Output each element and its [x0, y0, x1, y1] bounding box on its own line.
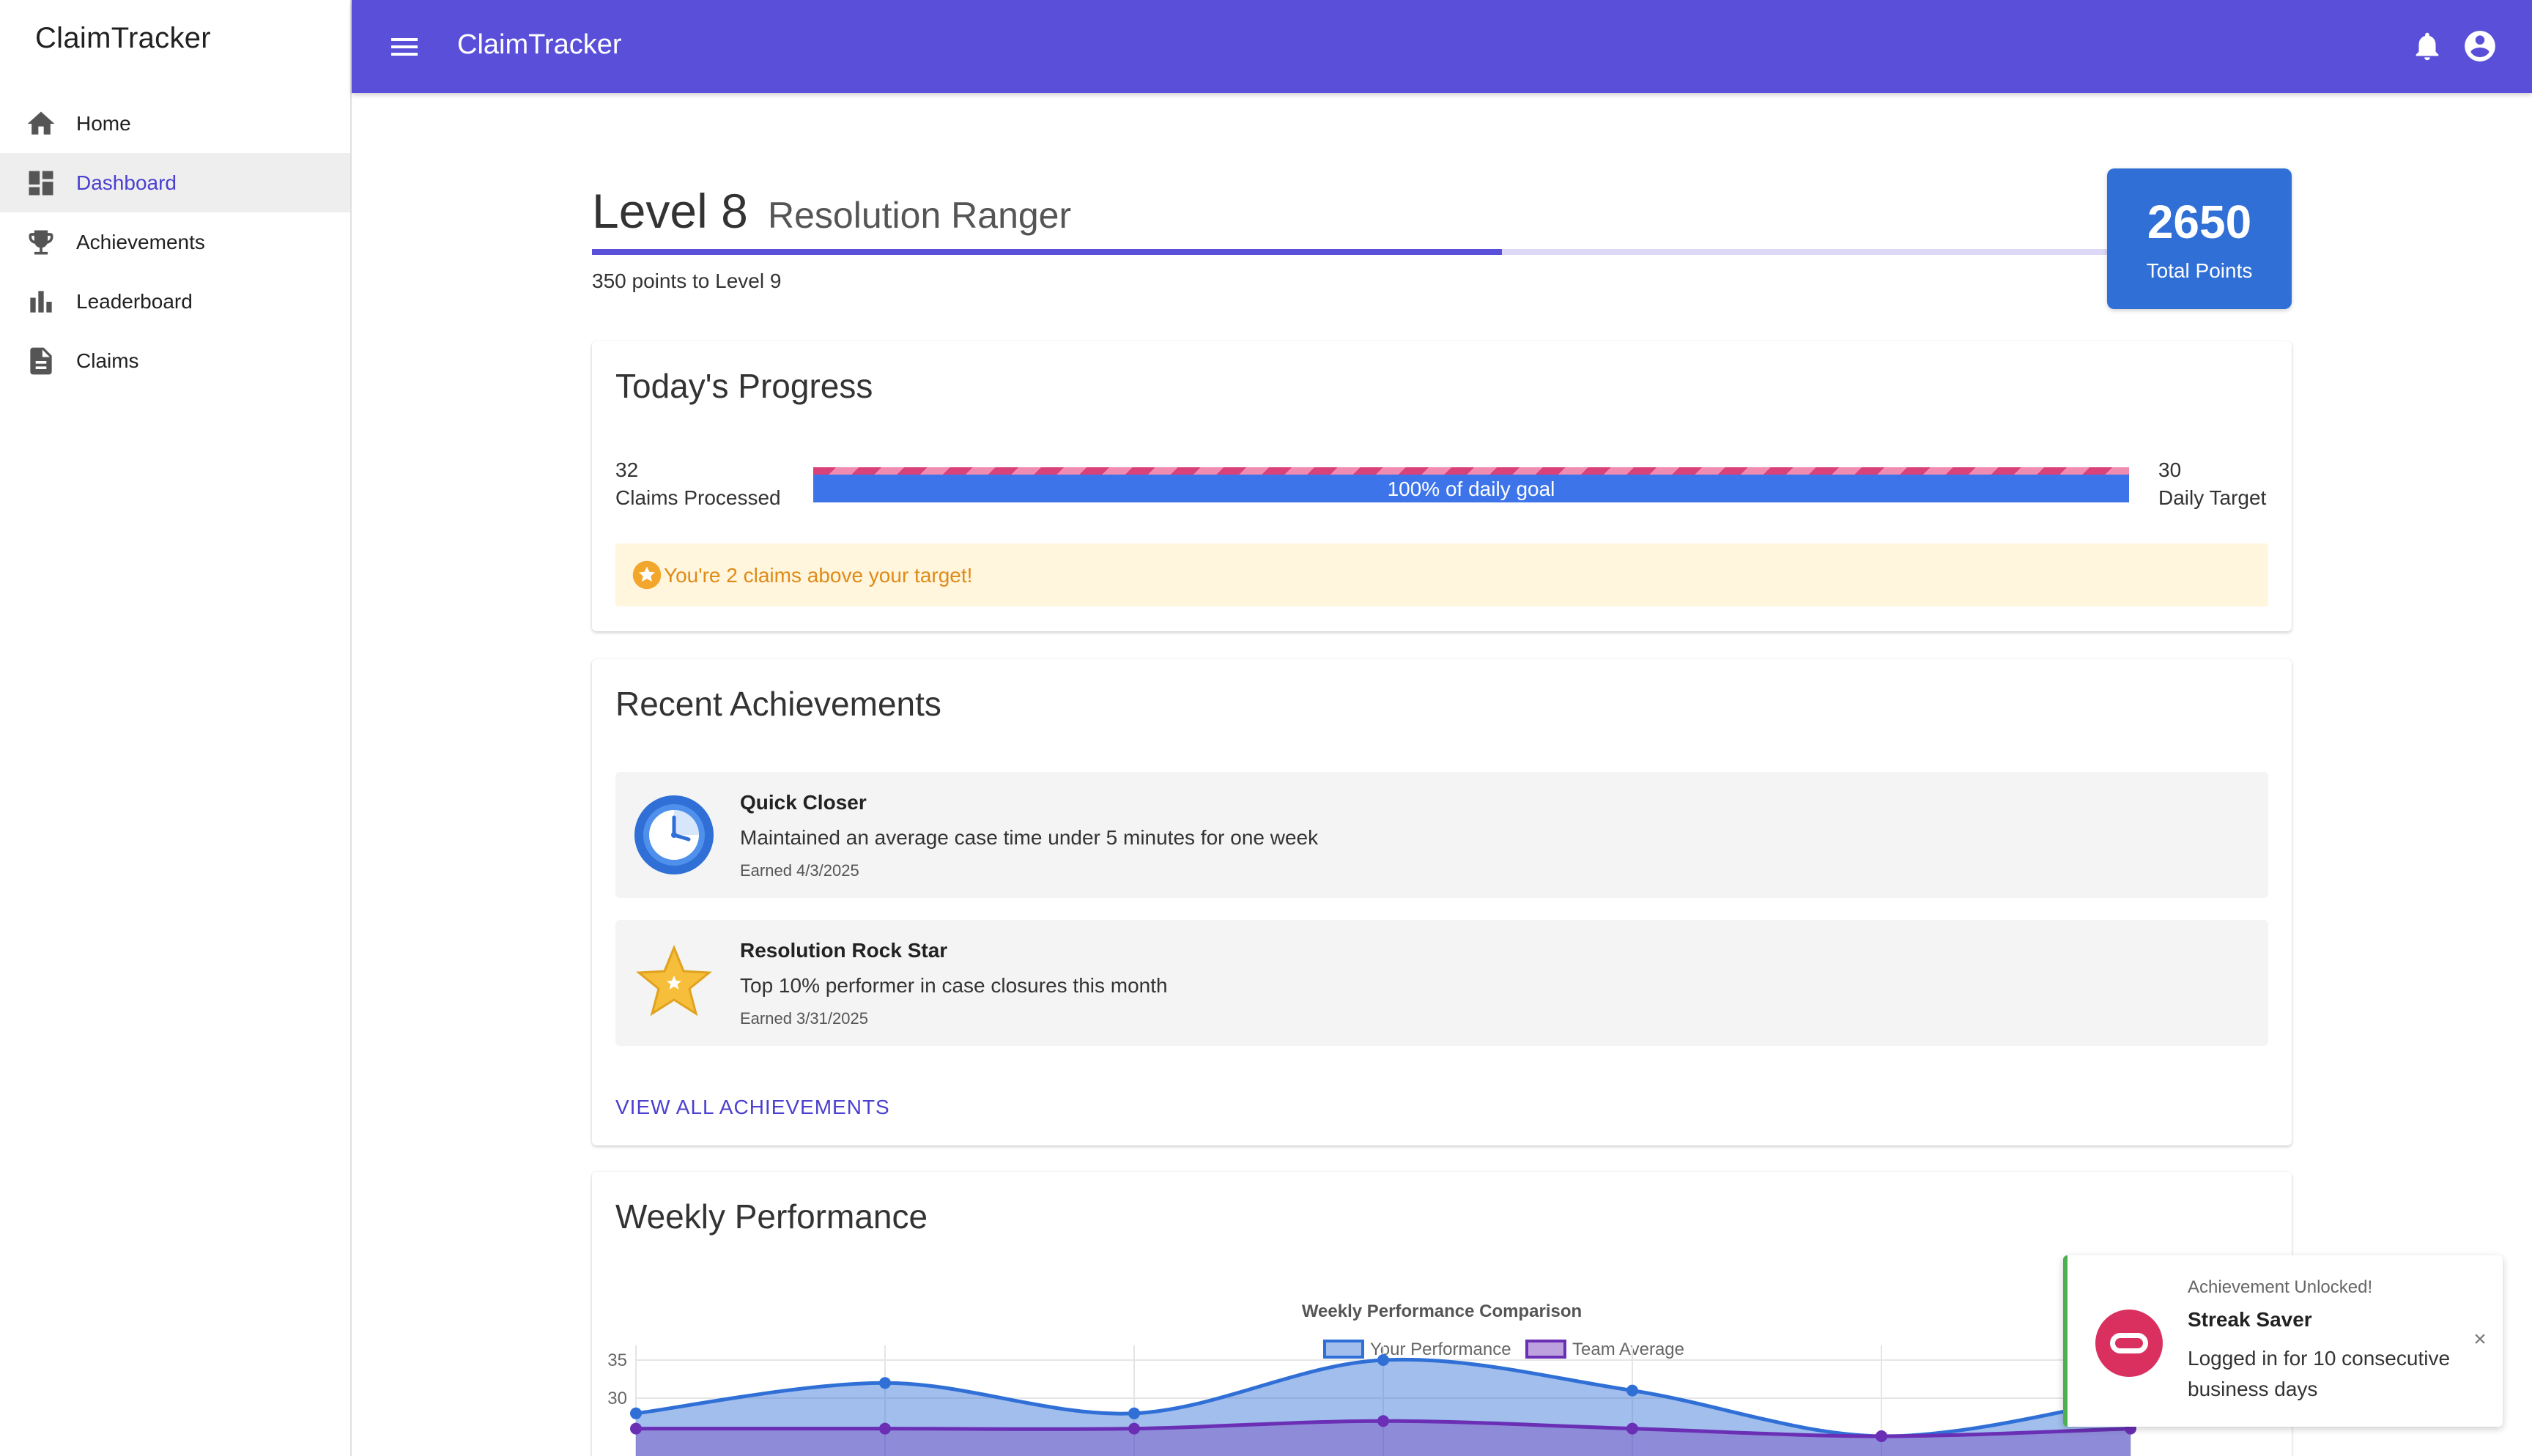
notice-text: You're 2 claims above your target! [664, 564, 973, 587]
chart-title: Weekly Performance Comparison [1302, 1301, 1582, 1321]
data-point [630, 1422, 642, 1435]
level-name: Resolution Ranger [768, 195, 1072, 236]
data-point [1128, 1422, 1140, 1435]
document-icon [25, 345, 57, 377]
data-point [1377, 1415, 1389, 1427]
level-progress-fill [592, 249, 1502, 255]
daily-goal-progress-bar: 100% of daily goal [813, 467, 2129, 502]
data-point [1128, 1407, 1140, 1419]
account-circle-icon[interactable] [2462, 28, 2498, 64]
weekly-performance-chart: Weekly Performance Comparison Your Perfo… [607, 1301, 2160, 1456]
achievement-name: Quick Closer [740, 791, 867, 814]
total-points-badge: 2650 Total Points [2107, 168, 2292, 309]
sidebar-item-label: Achievements [76, 230, 205, 253]
sidebar-item-label: Home [76, 111, 131, 135]
top-app-bar: ClaimTracker [352, 0, 2532, 93]
recent-achievements-card: Recent Achievements Quick Closer Maintai… [592, 659, 2292, 1145]
weekly-performance-card: Weekly Performance Weekly Performance Co… [592, 1172, 2292, 1456]
data-point [1876, 1430, 1887, 1442]
achievement-description: Maintained an average case time under 5 … [740, 826, 1319, 849]
data-point [879, 1377, 891, 1389]
achievement-date: Earned 3/31/2025 [740, 1009, 868, 1028]
sidebar-brand: ClaimTracker [35, 22, 211, 54]
data-point [1626, 1422, 1638, 1435]
app-title: ClaimTracker [457, 29, 622, 60]
sidebar-item-home[interactable]: Home [0, 94, 350, 153]
trophy-icon [25, 226, 57, 259]
data-point [879, 1422, 891, 1435]
y-tick-label: 35 [607, 1351, 627, 1370]
view-all-achievements-button[interactable]: VIEW ALL ACHIEVEMENTS [615, 1096, 890, 1119]
level-title: Level 8 [592, 184, 748, 238]
dashboard-icon [25, 167, 57, 199]
data-point [1377, 1354, 1389, 1366]
achievement-name: Resolution Rock Star [740, 939, 948, 962]
sidebar-item-claims[interactable]: Claims [0, 331, 350, 390]
legend-label: Your Performance [1370, 1340, 1511, 1359]
clock-icon [634, 795, 714, 874]
sidebar-item-achievements[interactable]: Achievements [0, 212, 350, 272]
streak-badge-icon [2095, 1310, 2163, 1377]
above-target-notice: You're 2 claims above your target! [615, 543, 2268, 606]
level-progress-bar [592, 249, 2109, 255]
toast-title: Streak Saver [2188, 1308, 2312, 1331]
legend-label: Team Average [1572, 1340, 1684, 1359]
claims-processed-label: Claims Processed [615, 486, 781, 509]
chart-legend: Your Performance Team Average [1323, 1340, 1684, 1359]
sidebar-item-dashboard[interactable]: Dashboard [0, 153, 350, 212]
goal-overflow-stripe [813, 467, 2129, 475]
daily-target-value: 30 [2158, 458, 2182, 481]
sidebar-item-label: Claims [76, 349, 139, 372]
toast-message: Logged in for 10 consecutive business da… [2188, 1347, 2451, 1400]
total-points-label: Total Points [2146, 259, 2253, 282]
achievement-item[interactable]: Resolution Rock Star Top 10% performer i… [615, 920, 2268, 1046]
data-point [630, 1407, 642, 1419]
y-tick-label: 30 [607, 1389, 627, 1408]
close-icon[interactable]: × [2469, 1329, 2491, 1351]
claims-processed-value: 32 [615, 458, 639, 481]
card-title: Today's Progress [615, 367, 873, 405]
sidebar-nav: Home Dashboard Achievements Leaderboard … [0, 94, 350, 390]
daily-target-label: Daily Target [2158, 486, 2267, 509]
todays-progress-card: Today's Progress 32 Claims Processed 100… [592, 341, 2292, 631]
chart-series-group [630, 1354, 2136, 1456]
toast-kicker: Achievement Unlocked! [2188, 1277, 2373, 1297]
achievement-description: Top 10% performer in case closures this … [740, 974, 1168, 997]
points-to-next-level: 350 points to Level 9 [592, 270, 782, 292]
bell-icon[interactable] [2410, 29, 2444, 63]
achievement-item[interactable]: Quick Closer Maintained an average case … [615, 772, 2268, 898]
menu-icon[interactable] [387, 29, 422, 64]
achievement-date: Earned 4/3/2025 [740, 861, 859, 880]
legend-swatch [1323, 1340, 1364, 1359]
star-icon [636, 945, 712, 1017]
legend-swatch [1525, 1340, 1566, 1359]
sidebar-item-label: Leaderboard [76, 289, 193, 313]
bar-chart-icon [25, 286, 57, 318]
sidebar: ClaimTracker Home Dashboard Achievements… [0, 0, 352, 1456]
card-title: Recent Achievements [615, 685, 941, 723]
sidebar-item-leaderboard[interactable]: Leaderboard [0, 272, 350, 331]
data-point [1626, 1384, 1638, 1397]
sidebar-item-label: Dashboard [76, 171, 177, 194]
achievement-toast: Achievement Unlocked! Streak Saver Logge… [2063, 1255, 2503, 1427]
total-points-value: 2650 [2147, 196, 2252, 248]
home-icon [25, 108, 57, 140]
star-circle-icon [632, 560, 662, 590]
daily-goal-text: 100% of daily goal [1387, 478, 1555, 500]
